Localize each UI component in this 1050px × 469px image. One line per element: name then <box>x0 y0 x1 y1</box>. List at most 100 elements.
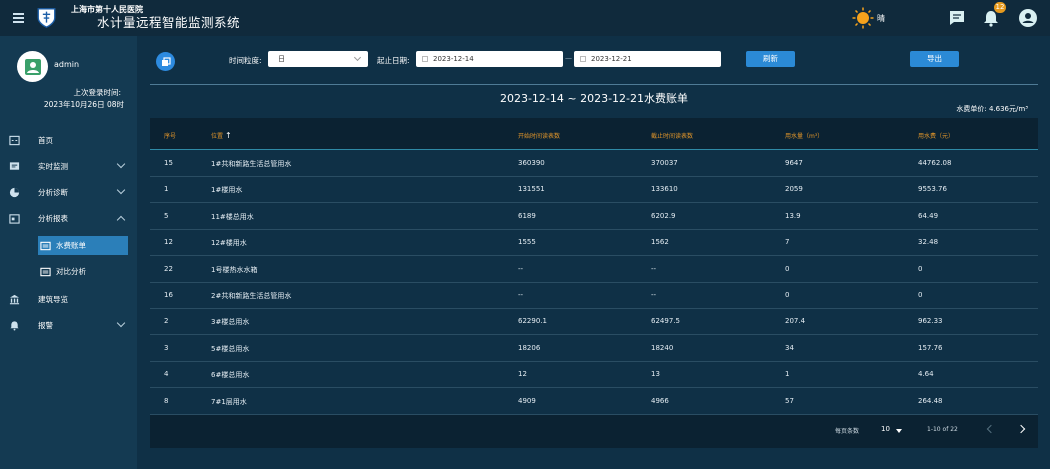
calendar-icon <box>580 56 586 62</box>
building-icon <box>9 294 20 304</box>
alarm-icon <box>10 320 19 331</box>
message-icon[interactable] <box>946 7 968 29</box>
sidebar-sub-item-water-bill[interactable]: 水费账单 <box>40 236 86 255</box>
end-date-input[interactable]: 2023-12-21 <box>574 51 721 67</box>
table-cell: 0 <box>785 291 790 299</box>
table-row[interactable]: 2 3#楼总用水 62290.1 62497.5 207.4 962.33 <box>150 309 1038 336</box>
table-row[interactable]: 15 1#共和新路生活总管用水 360390 370037 9647 44762.08 <box>150 151 1038 177</box>
rows-per-page-label: 每页条数 <box>835 428 860 435</box>
sidebar-item-buildings[interactable]: 建筑导览 <box>0 287 137 311</box>
table-footer: 每页条数 10 1-10 of 22 <box>150 415 1038 448</box>
table-cell: 18206 <box>518 343 541 352</box>
table-cell: 16 <box>164 291 173 299</box>
notification-bell-icon[interactable]: 12 <box>980 2 1006 29</box>
table-cell: 5#楼总用水 <box>211 344 250 353</box>
table-cell: 6202.9 <box>651 211 676 220</box>
refresh-button[interactable]: 刷新 <box>746 51 795 67</box>
menu-icon[interactable] <box>0 0 36 36</box>
calendar-icon <box>422 56 428 62</box>
table-cell: 9647 <box>785 159 803 167</box>
table-cell: 13.9 <box>785 211 801 220</box>
table-cell: 13 <box>651 370 660 379</box>
weather-widget: 晴 <box>852 7 885 29</box>
table-cell: 2#共和新路生活总管用水 <box>211 292 292 300</box>
table-row[interactable]: 22 1号楼热水水箱 -- -- 0 0 <box>150 257 1038 283</box>
table-cell: 6#楼总用水 <box>211 371 250 380</box>
column-header-start-reading[interactable]: 开始时间读表数 <box>518 131 560 140</box>
table-cell: 1#共和新路生活总管用水 <box>211 160 292 168</box>
last-login-time: 2023年10月26日 08时 <box>43 100 124 109</box>
chevron-down-icon <box>353 53 362 62</box>
column-header-end-reading[interactable]: 截止时间读表数 <box>651 131 693 140</box>
sidebar: admin 上次登录时间: 2023年10月26日 08时 首页 实时监测 分析… <box>0 36 137 469</box>
table-row[interactable]: 3 5#楼总用水 18206 18240 34 157.76 <box>150 336 1038 362</box>
table-cell: -- <box>518 291 524 299</box>
table-cell: 4 <box>164 370 169 379</box>
table-cell: -- <box>518 264 524 273</box>
chevron-up-icon <box>116 215 126 225</box>
table-row[interactable]: 8 7#1层用水 4909 4966 57 264.48 <box>150 389 1038 415</box>
sidebar-sub-item-compare[interactable]: 对比分析 <box>40 262 86 281</box>
table-row[interactable]: 5 11#楼总用水 6189 6202.9 13.9 64.49 <box>150 204 1038 230</box>
table-cell: 7 <box>785 238 790 247</box>
sidebar-item-home[interactable]: 首页 <box>0 128 137 152</box>
chevron-right-icon[interactable] <box>1016 424 1026 434</box>
table-cell: 62290.1 <box>518 317 547 326</box>
system-title: 水计量远程智能监测系统 <box>97 15 241 31</box>
range-separator: — <box>565 54 572 62</box>
chevron-left-icon[interactable] <box>986 424 996 434</box>
table-row[interactable]: 1 1#楼用水 131551 133610 2059 9553.76 <box>150 177 1038 204</box>
sidebar-item-label: 分析报表 <box>38 213 68 223</box>
sidebar-item-analysis[interactable]: 分析诊断 <box>0 180 137 204</box>
table-cell: 4909 <box>518 396 536 405</box>
column-header-cost[interactable]: 用水费（元） <box>918 131 954 140</box>
calendar-icon <box>9 213 20 224</box>
pie-chart-icon <box>9 187 20 197</box>
table-cell: 3#楼总用水 <box>211 318 250 327</box>
granularity-label: 时间粒度: <box>229 56 262 65</box>
table-cell: 57 <box>785 396 794 405</box>
table-row[interactable]: 12 12#楼用水 1555 1562 7 32.48 <box>150 230 1038 257</box>
bill-title: 2023-12-14 ~ 2023-12-21水费账单 <box>499 92 689 105</box>
sort-up-icon: ↑ <box>224 131 232 140</box>
table-row[interactable]: 16 2#共和新路生活总管用水 -- -- 0 0 <box>150 283 1038 309</box>
sidebar-sub-item-label: 水费账单 <box>56 241 86 250</box>
table-cell: 2 <box>164 317 169 326</box>
table-cell: 8 <box>164 396 169 405</box>
dashboard-icon <box>9 135 20 145</box>
sidebar-item-label: 分析诊断 <box>38 187 68 197</box>
table-cell: 1 <box>164 185 169 194</box>
table-cell: 4.64 <box>918 370 934 379</box>
granularity-select[interactable]: 日 <box>268 51 368 67</box>
export-button[interactable]: 导出 <box>910 51 959 67</box>
filter-toggle-button[interactable] <box>156 52 175 71</box>
table-cell: 370037 <box>651 159 678 167</box>
water-bill-table: 序号 位置 ↑ 开始时间读表数 截止时间读表数 用水量（m³） 用水费（元） 1… <box>150 118 1038 448</box>
column-header-usage[interactable]: 用水量（m³） <box>785 131 823 140</box>
column-header-index[interactable]: 序号 <box>164 131 176 140</box>
table-cell: 264.48 <box>918 396 943 405</box>
end-date-value: 2023-12-21 <box>591 55 632 63</box>
sidebar-item-label: 首页 <box>38 135 53 145</box>
rows-per-page-select[interactable]: 10 <box>881 425 890 433</box>
table-cell: 4966 <box>651 396 669 405</box>
table-row[interactable]: 4 6#楼总用水 12 13 1 4.64 <box>150 362 1038 389</box>
date-range-label: 起止日期: <box>377 56 410 65</box>
table-cell: 0 <box>785 264 790 273</box>
sidebar-item-label: 实时监测 <box>38 161 68 171</box>
table-cell: 12 <box>164 238 173 247</box>
table-cell: 360390 <box>518 159 545 167</box>
table-cell: 62497.5 <box>651 317 680 326</box>
sidebar-item-realtime[interactable]: 实时监测 <box>0 154 137 178</box>
sidebar-item-reports[interactable]: 分析报表 <box>0 206 137 230</box>
column-header-location[interactable]: 位置 ↑ <box>211 131 232 140</box>
table-cell: 64.49 <box>918 211 939 220</box>
caret-down-icon <box>896 429 902 433</box>
sidebar-item-alarm[interactable]: 报警 <box>0 313 137 337</box>
table-cell: 1562 <box>651 238 669 247</box>
start-date-input[interactable]: 2023-12-14 <box>416 51 563 67</box>
chevron-down-icon <box>116 159 126 169</box>
account-icon[interactable] <box>1017 7 1039 29</box>
avatar <box>17 51 48 82</box>
table-cell: 1#楼用水 <box>211 186 243 195</box>
